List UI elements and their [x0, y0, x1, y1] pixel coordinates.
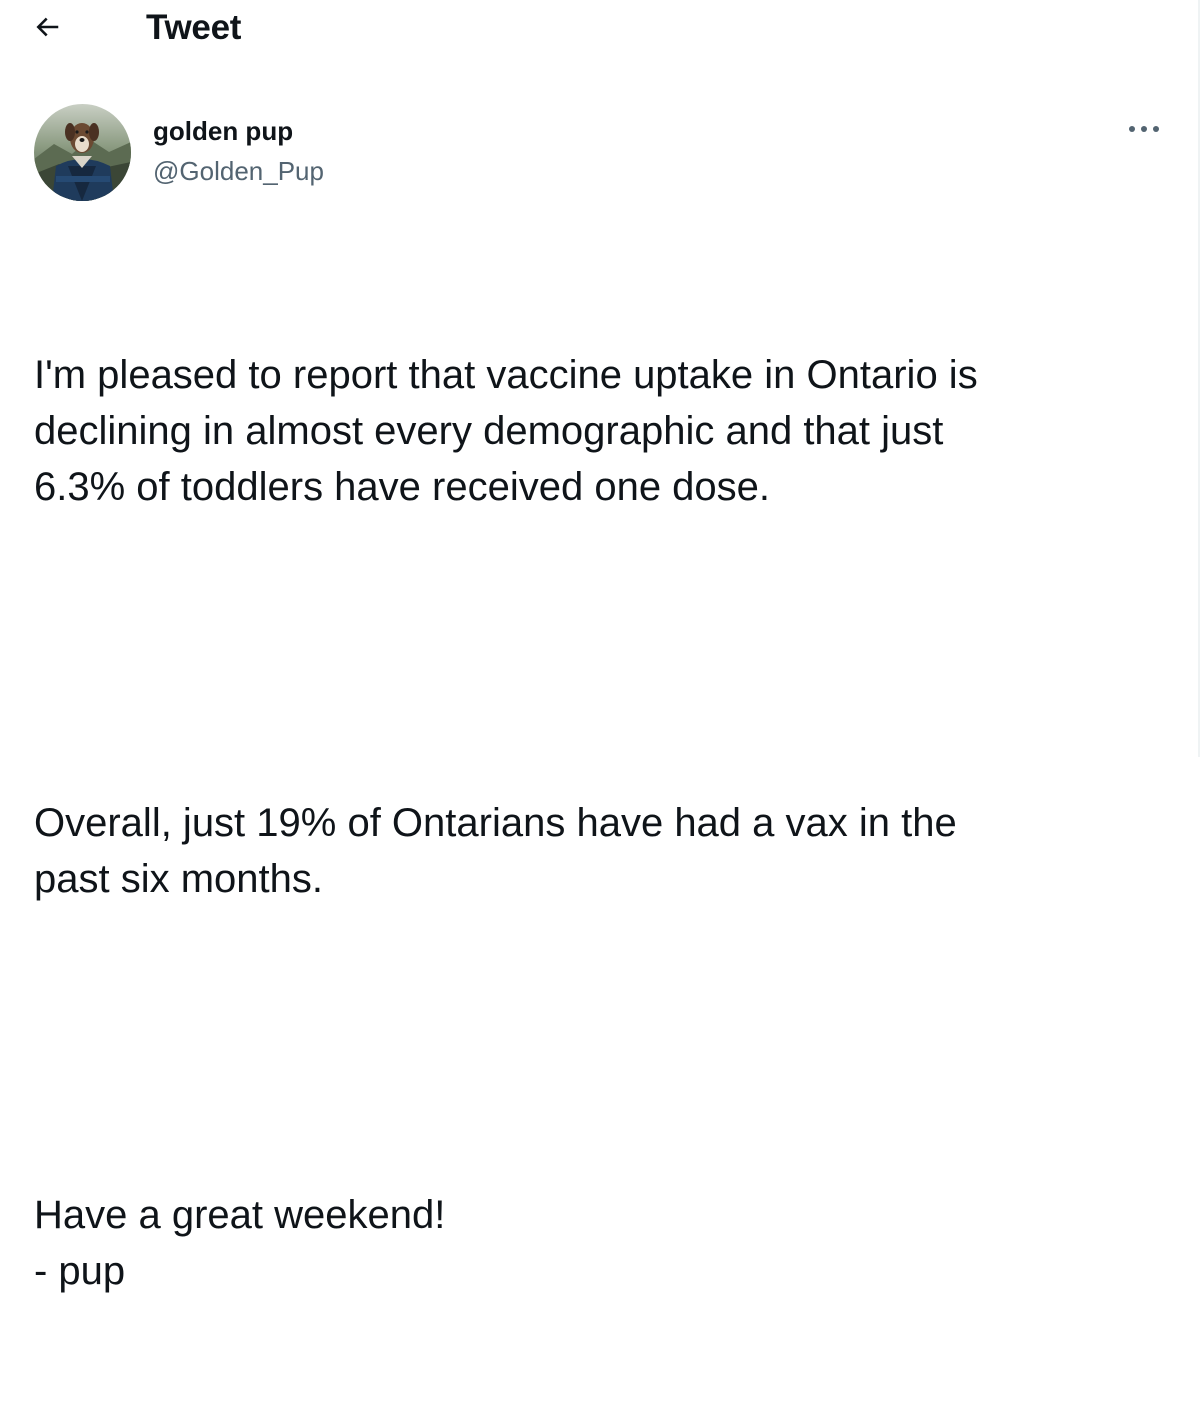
page-title: Tweet — [146, 8, 242, 47]
avatar[interactable] — [34, 104, 131, 201]
author-handle[interactable]: @Golden_Pup — [153, 155, 324, 187]
tweet-paragraph: Have a great weekend! - pup — [34, 1193, 446, 1293]
more-button[interactable] — [1122, 112, 1166, 148]
page-header: Tweet — [0, 0, 1198, 58]
more-horizontal-icon — [1127, 121, 1161, 139]
back-button[interactable] — [24, 6, 70, 52]
tweet-text: I'm pleased to report that vaccine uptak… — [34, 235, 1174, 1411]
tweet-page: Tweet golden pup @Golden_Pup I'm pleased… — [0, 0, 1200, 1293]
author-name[interactable]: golden pup — [153, 115, 293, 147]
arrow-left-icon — [32, 12, 62, 47]
tweet-paragraph: I'm pleased to report that vaccine uptak… — [34, 353, 978, 509]
tweet-paragraph: Overall, just 19% of Ontarians have had … — [34, 801, 957, 901]
